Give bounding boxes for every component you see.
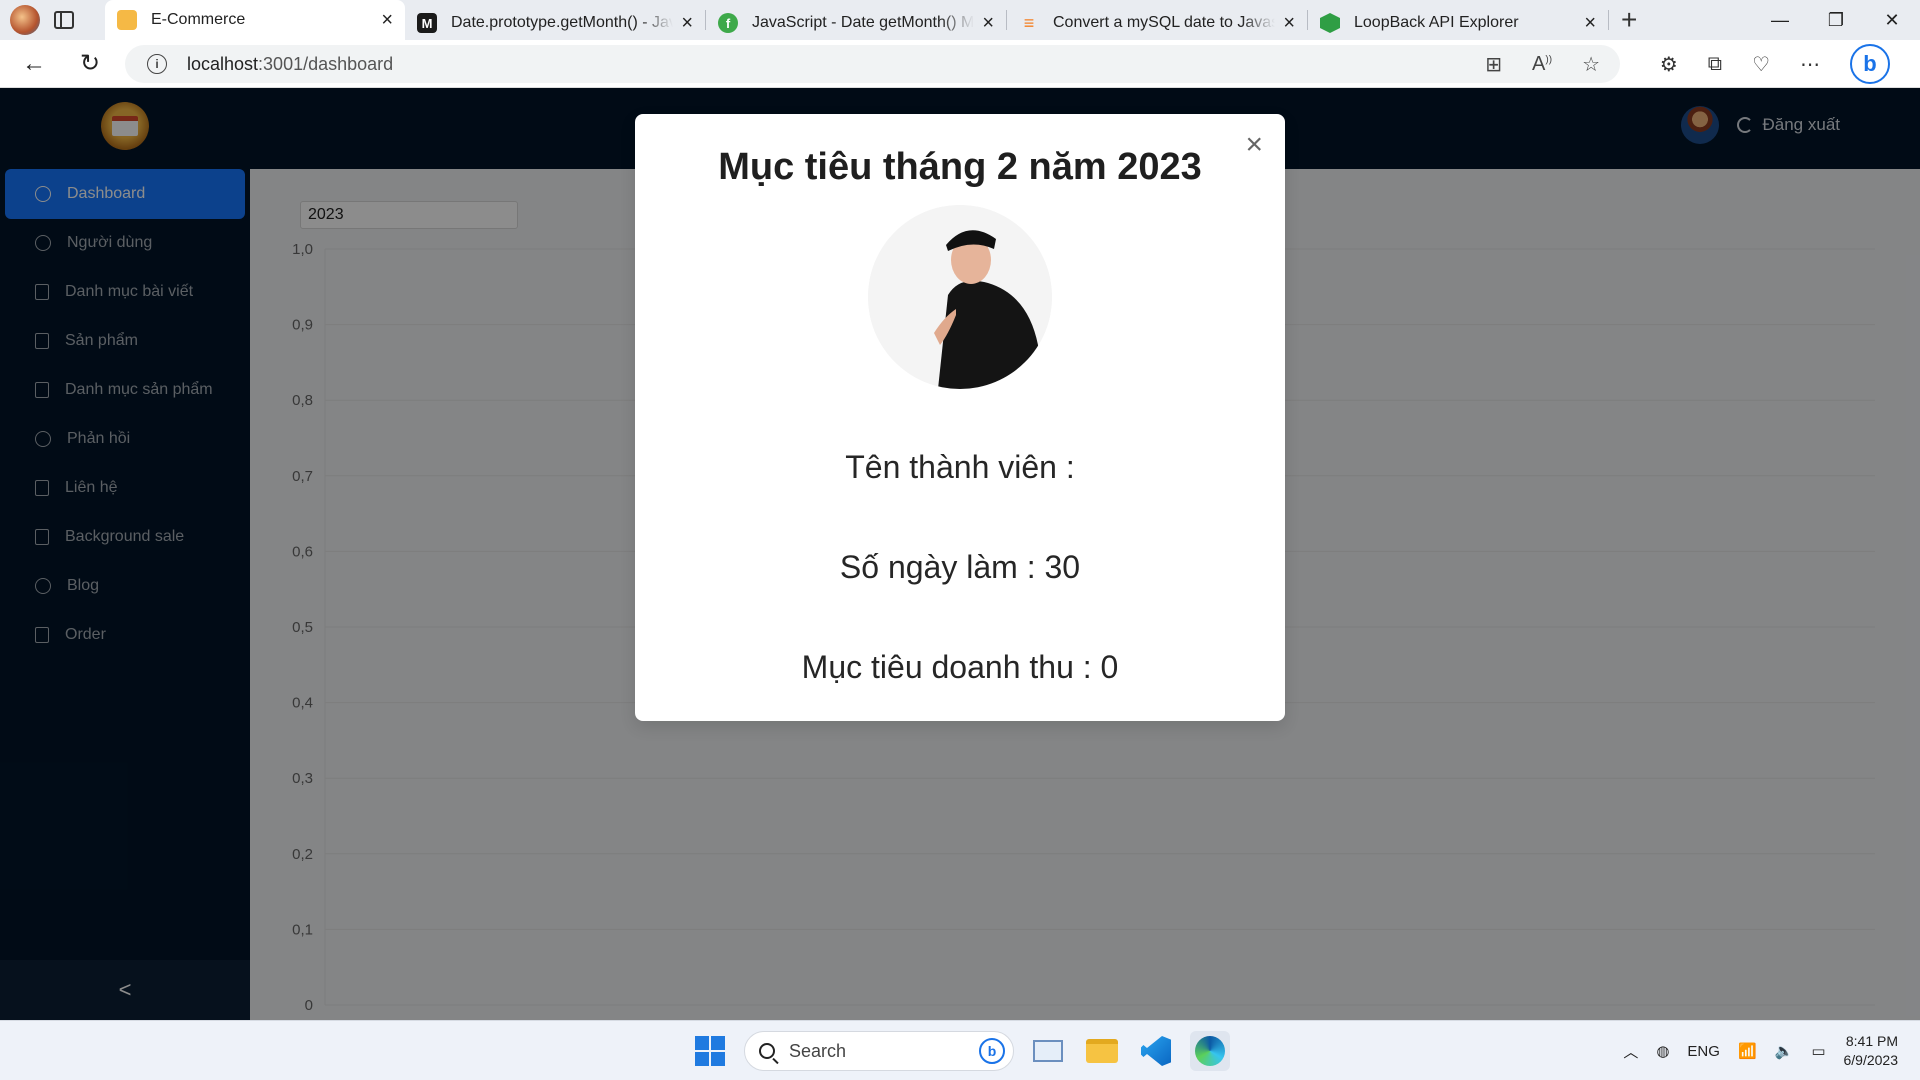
network-globe-icon[interactable]: ◍ [1656,1042,1669,1060]
apps-grid-icon[interactable]: ⊞ [1485,52,1502,77]
bing-copilot-icon[interactable]: b [1850,44,1890,84]
tab-title: LoopBack API Explorer [1354,14,1519,31]
tab-close-icon[interactable]: × [681,12,693,35]
tab-ecommerce[interactable]: E-Commerce × [105,0,405,40]
loopback-favicon-icon [1320,13,1340,33]
work-days-line: Số ngày làm : 30 [839,549,1081,585]
tab-tutorialspoint[interactable]: f JavaScript - Date getMonth() Method × [706,6,1006,40]
tab-close-icon[interactable]: × [381,9,393,32]
window-controls: — ❐ ✕ [1752,0,1920,40]
system-tray: ︿ ◍ ENG 📶 🔈 ▭ 8:41 PM 6/9/2023 [1623,1021,1920,1080]
battery-icon[interactable]: ▭ [1811,1042,1825,1060]
clock-date: 6/9/2023 [1843,1052,1899,1068]
member-name-line: Tên thành viên : [845,449,1075,485]
site-info-icon[interactable]: i [147,54,167,74]
performance-icon[interactable]: ♡ [1752,52,1770,77]
stackoverflow-favicon-icon: ≡ [1023,12,1035,33]
chart-app-icon [1033,1040,1063,1062]
mdn-favicon-icon: M [417,13,437,33]
volume-icon[interactable]: 🔈 [1775,1042,1794,1060]
tab-close-icon[interactable]: × [1283,12,1295,35]
tab-title: E-Commerce [151,11,246,28]
vscode-icon [1141,1036,1171,1066]
clock-time: 8:41 PM [1845,1033,1898,1049]
tab-separator [1608,10,1609,30]
search-icon [759,1043,775,1059]
browser-profile-icon[interactable] [10,5,40,35]
refresh-icon[interactable]: ↻ [69,43,111,85]
edge-icon [1195,1036,1225,1066]
browser-toolbar: ← ↻ i localhost:3001/dashboard ⊞ A)) ☆ ⚙… [0,40,1920,88]
collections-icon[interactable]: ⧉ [1708,53,1722,76]
wifi-icon[interactable]: 📶 [1738,1042,1757,1060]
windows-logo-icon [695,1036,725,1066]
folder-icon [1086,1039,1118,1063]
favorite-star-icon[interactable]: ☆ [1582,52,1600,77]
taskbar-app-edge[interactable] [1190,1031,1230,1071]
more-menu-icon[interactable]: ⋯ [1800,52,1820,77]
windows-taskbar: Search b ︿ ◍ ENG 📶 🔈 ▭ 8:41 PM 6/9/2023 [0,1020,1920,1080]
taskbar-app-chart[interactable] [1028,1031,1068,1071]
tab-title: Date.prototype.getMonth() - JavaScript |… [451,14,674,31]
member-photo-illustration [868,205,1052,389]
tab-loopback[interactable]: LoopBack API Explorer × [1308,6,1608,40]
chevron-up-icon[interactable]: ︿ [1623,1041,1638,1062]
member-photo [868,205,1052,389]
back-arrow-icon[interactable]: ← [13,43,55,85]
read-aloud-icon[interactable]: A)) [1532,53,1552,76]
ecommerce-favicon-icon [117,10,137,30]
url-host: localhost [187,53,259,74]
taskbar-app-vscode[interactable] [1136,1031,1176,1071]
search-placeholder: Search [789,1040,847,1061]
extensions-icon[interactable]: ⚙ [1660,52,1678,77]
minimize-icon[interactable]: — [1752,0,1808,40]
restore-icon[interactable]: ❐ [1808,0,1864,40]
address-bar[interactable]: i localhost:3001/dashboard ⊞ A)) ☆ [125,45,1620,83]
browser-tab-strip: E-Commerce × M Date.prototype.getMonth()… [0,0,1920,40]
start-button[interactable] [690,1031,730,1071]
tab-title: JavaScript - Date getMonth() Method [752,14,975,31]
clock[interactable]: 8:41 PM 6/9/2023 [1844,1032,1899,1070]
taskbar-app-explorer[interactable] [1082,1031,1122,1071]
tab-mdn[interactable]: M Date.prototype.getMonth() - JavaScript… [405,6,705,40]
tab-close-icon[interactable]: × [1584,12,1596,35]
tab-close-icon[interactable]: × [982,12,994,35]
omnibox-actions: ⊞ A)) ☆ [1485,45,1600,83]
tab-actions-icon[interactable] [54,11,74,29]
close-window-icon[interactable]: ✕ [1864,0,1920,40]
url-text[interactable]: localhost:3001/dashboard [187,54,393,75]
taskbar-apps: Search b [690,1029,1230,1073]
bing-icon: b [979,1038,1005,1064]
tab-title: Convert a mySQL date to Javascript date [1053,14,1276,31]
tutorialspoint-favicon-icon: f [718,13,738,33]
modal-title: Mục tiêu tháng 2 năm 2023 [718,146,1202,188]
revenue-target-line: Mục tiêu doanh thu : 0 [801,649,1119,685]
tab-stackoverflow[interactable]: ≡ Convert a mySQL date to Javascript dat… [1007,6,1307,40]
tab-strip-left [0,0,105,40]
browser-right-icons: ⚙ ⧉ ♡ ⋯ b [1660,44,1890,84]
url-path: :3001/dashboard [258,53,394,74]
close-icon[interactable]: × [1245,130,1263,160]
taskbar-search[interactable]: Search b [744,1031,1014,1071]
new-tab-icon[interactable]: + [1621,4,1637,36]
language-indicator[interactable]: ENG [1687,1043,1720,1060]
monthly-target-modal: × Mục tiêu tháng 2 năm 2023 Tên thành vi… [635,114,1285,721]
